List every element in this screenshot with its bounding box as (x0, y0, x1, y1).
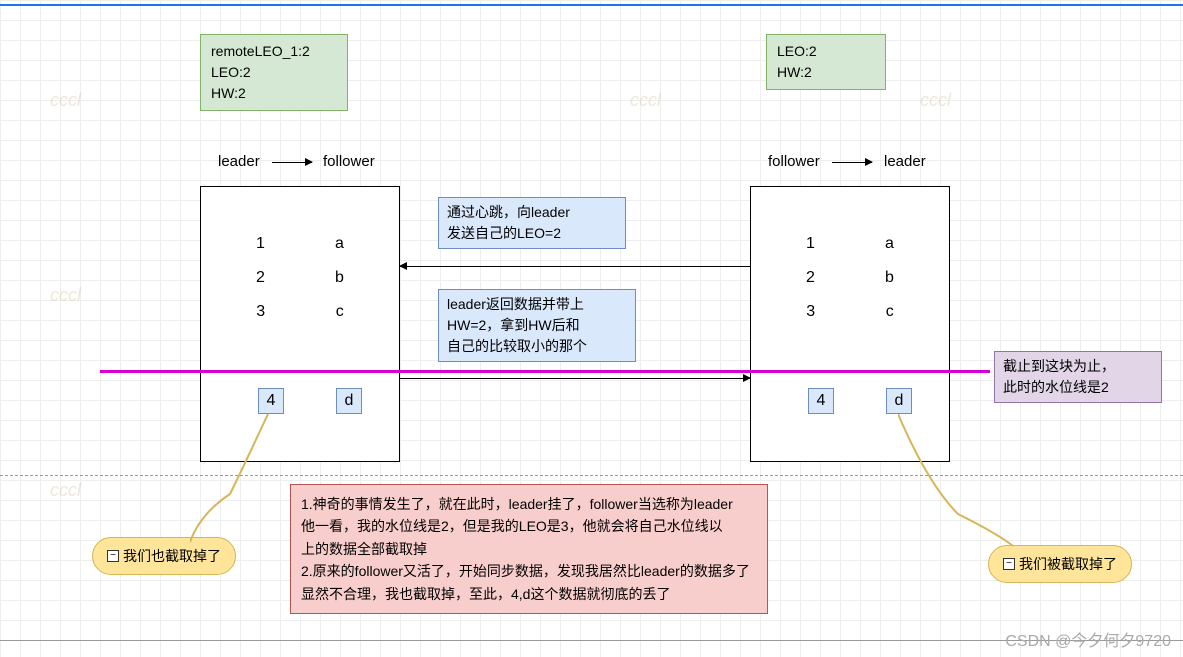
explain-text: 2.原来的follower又活了，开始同步数据，发现我居然比leader的数据多… (301, 560, 757, 582)
watermark: cccl (920, 90, 951, 111)
arrow-left (400, 266, 750, 267)
msg-text: 通过心跳，向leader (447, 202, 617, 223)
table-row: 1a (201, 227, 399, 261)
watermark: cccl (50, 90, 81, 111)
callout-text: 我们被截取掉了 (1019, 554, 1117, 574)
follower-label: follower (323, 153, 375, 170)
explain-text: 1.神奇的事情发生了，就在此时，leader挂了，follower当选称为lea… (301, 493, 757, 515)
watermark: cccl (50, 480, 81, 501)
note-text: 此时的水位线是2 (1003, 377, 1153, 398)
info-text: remoteLEO_1:2 (211, 41, 337, 62)
table-row: 2b (751, 261, 949, 295)
minus-icon: − (1003, 558, 1015, 570)
leader-info-box: remoteLEO_1:2 LEO:2 HW:2 (200, 34, 348, 111)
info-text: LEO:2 (211, 62, 337, 83)
note-text: 截止到这块为止， (1003, 356, 1153, 377)
extra-val: d (886, 388, 912, 414)
table-row: 1a (751, 227, 949, 261)
extra-val: d (336, 388, 362, 414)
explain-text: 显然不合理，我也截取掉，至此，4,d这个数据就彻底的丢了 (301, 583, 757, 605)
top-border (0, 4, 1183, 6)
msg-text: HW=2，拿到HW后和 (447, 315, 627, 336)
info-text: HW:2 (777, 62, 875, 83)
extra-num: 4 (808, 388, 834, 414)
callout-right: − 我们被截取掉了 (988, 545, 1132, 583)
arrow-icon (832, 162, 872, 163)
msg-text: 发送自己的LEO=2 (447, 223, 617, 244)
arrow-icon (272, 162, 312, 163)
info-text: HW:2 (211, 83, 337, 104)
watermark: cccl (50, 285, 81, 306)
watermark-line (100, 370, 990, 373)
follower-info-box: LEO:2 HW:2 (766, 34, 886, 90)
minus-icon: − (107, 550, 119, 562)
purple-note: 截止到这块为止， 此时的水位线是2 (994, 351, 1162, 403)
leader-label: leader (218, 153, 260, 170)
msg-text: 自己的比较取小的那个 (447, 336, 627, 357)
follower-label: follower (768, 153, 820, 170)
watermark: cccl (630, 90, 661, 111)
explain-text: 上的数据全部截取掉 (301, 538, 757, 560)
csdn-watermark: CSDN @今夕何夕9720 (1005, 627, 1171, 651)
leader-label: leader (884, 153, 926, 170)
message-heartbeat: 通过心跳，向leader 发送自己的LEO=2 (438, 197, 626, 249)
explanation-box: 1.神奇的事情发生了，就在此时，leader挂了，follower当选称为lea… (290, 484, 768, 614)
callout-text: 我们也截取掉了 (123, 546, 221, 566)
extra-num: 4 (258, 388, 284, 414)
connector-curve (898, 414, 1018, 549)
table-row: 3c (751, 295, 949, 329)
message-response: leader返回数据并带上 HW=2，拿到HW后和 自己的比较取小的那个 (438, 289, 636, 362)
table-row: 2b (201, 261, 399, 295)
table-row: 3c (201, 295, 399, 329)
arrow-right (400, 378, 750, 379)
connector-curve (190, 414, 270, 544)
info-text: LEO:2 (777, 41, 875, 62)
explain-text: 他一看，我的水位线是2，但是我的LEO是3，他就会将自己水位线以 (301, 515, 757, 537)
msg-text: leader返回数据并带上 (447, 294, 627, 315)
